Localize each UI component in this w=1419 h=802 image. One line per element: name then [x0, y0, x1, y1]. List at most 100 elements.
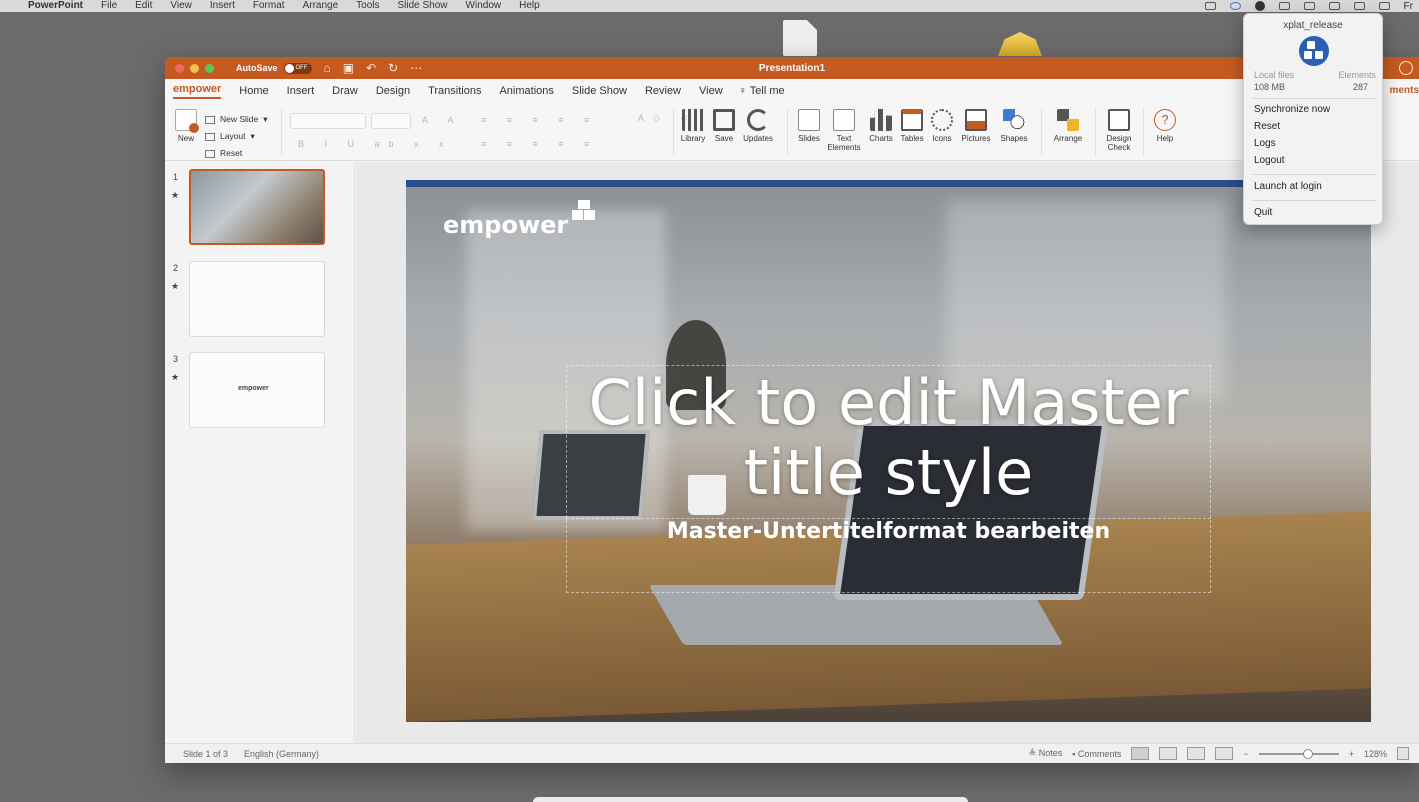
slide-sorter-button[interactable] — [1159, 747, 1178, 760]
tab-review[interactable]: Review — [645, 85, 681, 97]
library-button[interactable]: Library — [676, 109, 710, 143]
wifi-icon[interactable] — [1303, 2, 1315, 10]
zoom-window-button[interactable] — [205, 63, 214, 73]
menubar-clock-peek[interactable]: Fr — [1404, 1, 1413, 12]
language-indicator[interactable]: English (Germany) — [244, 749, 319, 759]
screen-icon[interactable] — [1204, 2, 1216, 10]
tab-animations[interactable]: Animations — [499, 85, 553, 97]
menu-insert[interactable]: Insert — [210, 0, 235, 12]
keyboard-icon[interactable] — [1328, 2, 1340, 10]
tab-transitions[interactable]: Transitions — [428, 85, 481, 97]
notes-icon: ≜ — [1028, 748, 1039, 758]
redo-icon[interactable]: ↻ — [388, 61, 398, 75]
slide-thumbnail-2[interactable] — [189, 261, 325, 337]
new-button[interactable]: New — [169, 109, 203, 143]
save-icon[interactable]: ▣ — [343, 61, 354, 75]
reading-view-button[interactable] — [1187, 747, 1206, 760]
reset-button[interactable]: Reset — [205, 145, 268, 162]
menu-file[interactable]: File — [101, 0, 117, 12]
menu-app-name[interactable]: PowerPoint — [28, 0, 83, 12]
font-size-dropdown[interactable] — [371, 113, 411, 129]
updates-button[interactable]: Updates — [741, 109, 775, 143]
launch-at-login-item[interactable]: Launch at login — [1254, 181, 1322, 192]
slide-thumbnail-1[interactable] — [189, 169, 325, 245]
zoom-slider-knob[interactable] — [1303, 748, 1314, 759]
fit-to-window-button[interactable] — [1397, 747, 1409, 760]
comments-status-button[interactable]: ▪ Comments — [1072, 749, 1121, 759]
close-window-button[interactable] — [175, 63, 184, 73]
library-icon — [682, 109, 704, 131]
tab-home[interactable]: Home — [239, 85, 268, 97]
design-check-button[interactable]: Design Check — [1102, 109, 1136, 152]
charts-button[interactable]: Charts — [864, 109, 898, 143]
tab-empower[interactable]: empower — [173, 83, 222, 99]
logout-item[interactable]: Logout — [1254, 155, 1285, 166]
search-icon[interactable] — [1353, 2, 1365, 10]
sync-status-icon[interactable] — [1229, 2, 1241, 10]
save-icon — [713, 109, 735, 131]
synchronize-now-item[interactable]: Synchronize now — [1254, 104, 1330, 115]
menu-help[interactable]: Help — [519, 0, 540, 12]
layout-button[interactable]: Layout ▾ — [205, 128, 268, 145]
notes-button[interactable]: ≜ Notes — [1029, 748, 1063, 759]
comments-button[interactable]: ments — [1390, 85, 1419, 96]
window-icon[interactable] — [1278, 2, 1290, 10]
master-title[interactable]: Click to edit Master title style — [567, 366, 1210, 508]
tab-view[interactable]: View — [699, 85, 723, 97]
zoom-level[interactable]: 128% — [1364, 749, 1387, 759]
alignment-buttons[interactable]: ≡ ≡ ≡ ≡ ≡ — [481, 139, 598, 149]
ribbon-separator — [281, 109, 282, 155]
xplat-menubar-icon[interactable] — [1254, 1, 1265, 11]
slide-counter: Slide 1 of 3 — [183, 748, 229, 759]
menu-tools[interactable]: Tools — [356, 0, 379, 12]
font-name-dropdown[interactable] — [290, 113, 366, 129]
arrange-button[interactable]: Arrange — [1051, 109, 1085, 143]
help-button[interactable]: ? Help — [1148, 109, 1182, 143]
tab-insert[interactable]: Insert — [287, 85, 315, 97]
tell-me-search[interactable]: ♀ Tell me — [739, 85, 785, 97]
menu-arrange[interactable]: Arrange — [303, 0, 339, 12]
tab-draw[interactable]: Draw — [332, 85, 358, 97]
reset-item[interactable]: Reset — [1254, 121, 1280, 132]
control-center-icon[interactable] — [1378, 2, 1390, 10]
slides-button[interactable]: Slides — [792, 109, 826, 143]
menu-view[interactable]: View — [170, 0, 192, 12]
slide-thumbnail-3[interactable]: empower — [189, 352, 325, 428]
logs-item[interactable]: Logs — [1254, 138, 1276, 149]
normal-view-button[interactable] — [1131, 747, 1150, 760]
quit-item[interactable]: Quit — [1254, 207, 1272, 218]
slideshow-view-button[interactable] — [1215, 747, 1234, 760]
desktop-package-icon[interactable] — [998, 32, 1042, 56]
tab-slide-show[interactable]: Slide Show — [572, 85, 627, 97]
undo-icon[interactable]: ↶ — [366, 61, 376, 75]
minimize-window-button[interactable] — [190, 63, 199, 73]
new-slide-button[interactable]: New Slide ▾ — [205, 111, 268, 128]
feedback-icon[interactable] — [1399, 61, 1413, 75]
subtitle-placeholder[interactable]: Master-Untertitelformat bearbeiten — [566, 518, 1211, 596]
menu-slide-show[interactable]: Slide Show — [398, 0, 448, 12]
text-format-buttons[interactable]: B I U ab x x — [298, 139, 453, 149]
desktop-document-icon[interactable] — [783, 20, 817, 56]
font-grow-shrink-buttons[interactable]: A A — [422, 115, 463, 125]
menu-edit[interactable]: Edit — [135, 0, 152, 12]
autosave-toggle[interactable]: OFF — [283, 62, 312, 74]
icons-button[interactable]: Icons — [925, 109, 959, 143]
zoom-slider[interactable] — [1258, 748, 1339, 759]
text-elements-button[interactable]: Text Elements — [827, 109, 861, 152]
slide-editor[interactable]: empower Click to edit Master title style… — [406, 180, 1371, 722]
menu-window[interactable]: Window — [466, 0, 502, 12]
zoom-out-button[interactable]: − — [1243, 749, 1248, 759]
list-buttons[interactable]: ≡ ≡ ≡ ≡ ≡ — [481, 115, 598, 125]
empower-logo-icon — [572, 200, 596, 224]
master-subtitle[interactable]: Master-Untertitelformat bearbeiten — [566, 519, 1211, 544]
more-icon[interactable]: ⋯ — [410, 61, 422, 75]
zoom-in-button[interactable]: + — [1349, 749, 1354, 759]
comments-label: Comments — [1077, 748, 1122, 759]
shapes-button[interactable]: Shapes — [997, 109, 1031, 143]
menu-format[interactable]: Format — [253, 0, 285, 12]
save-button[interactable]: Save — [707, 109, 741, 143]
tab-design[interactable]: Design — [376, 85, 410, 97]
tables-button[interactable]: Tables — [895, 109, 929, 143]
home-icon[interactable]: ⌂ — [324, 61, 331, 75]
pictures-button[interactable]: Pictures — [959, 109, 993, 143]
